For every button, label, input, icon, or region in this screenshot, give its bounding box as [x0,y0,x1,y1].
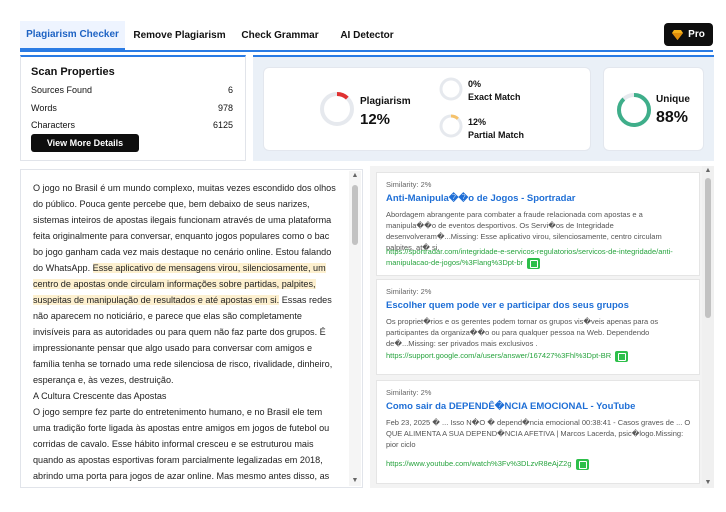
prop-words: Words 978 [31,103,233,113]
scroll-down-icon[interactable]: ▼ [349,476,361,486]
tab-plagiarism-checker[interactable]: Plagiarism Checker [20,21,125,50]
view-more-details-button[interactable]: View More Details [31,134,139,152]
plagiarism-label: Plagiarism [360,96,411,107]
text-segment: O jogo sempre fez parte do entreteniment… [33,407,330,481]
scan-properties-title: Scan Properties [31,66,115,78]
copy-icon[interactable] [527,257,541,269]
result-title-link[interactable]: Como sair da DEPENDÊ�NCIA EMOCIONAL - Yo… [386,401,635,412]
diamond-icon [672,29,684,40]
exact-match-ring [439,77,463,101]
prop-value: 6125 [212,120,233,130]
pro-label: Pro [688,29,705,40]
copy-icon[interactable] [615,350,629,362]
scroll-down-icon[interactable]: ▼ [702,478,714,488]
prop-label: Characters [31,120,76,130]
unique-value: 88% [656,109,689,126]
partial-match-value: 12% [468,117,487,127]
result-similarity: Similarity: 2% [386,180,432,189]
prop-label: Words [31,103,57,113]
result-card: Similarity: 2% Anti-Manipula��o de Jogos… [376,172,700,276]
scroll-thumb[interactable] [352,185,358,245]
result-title-link[interactable]: Anti-Manipula��o de Jogos - Sportradar [386,193,575,204]
scroll-up-icon[interactable]: ▲ [349,171,361,181]
scroll-thumb[interactable] [705,178,711,318]
document-text: O jogo no Brasil é um mundo complexo, mu… [33,180,341,487]
unique-stats-card: Unique 88% [603,67,704,151]
plagiarism-stats-card: Plagiarism 12% 0% Exact Match 12% Partia… [263,67,591,151]
prop-characters: Characters 6125 [31,120,233,130]
copy-icon[interactable] [575,458,589,470]
result-card: Similarity: 2% Escolher quem pode ver e … [376,279,700,375]
result-url-link[interactable]: https://www.youtube.com/watch%3Fv%3DLzvR… [386,458,691,470]
unique-ring [617,93,651,127]
plagiarism-value: 12% [360,111,391,128]
result-url-link[interactable]: https://sportradar.com/integridade-e-ser… [386,246,691,269]
result-description: Feb 23, 2025 � ... Isso N�O � depend�nci… [386,418,691,449]
pro-button[interactable]: Pro [664,23,713,46]
stats-panel: Plagiarism 12% 0% Exact Match 12% Partia… [253,55,714,161]
result-url-link[interactable]: https://support.google.com/a/users/answe… [386,350,691,362]
document-text-panel[interactable]: O jogo no Brasil é um mundo complexo, mu… [20,169,363,488]
result-url-text[interactable]: https://www.youtube.com/watch%3Fv%3DLzvR… [386,459,572,468]
tab-bar: Plagiarism Checker Remove Plagiarism Che… [20,21,713,52]
result-card: Similarity: 2% Como sair da DEPENDÊ�NCIA… [376,380,700,484]
plagiarism-ring [320,92,354,126]
results-scrollbar[interactable]: ▲ ▼ [702,166,714,488]
prop-label: Sources Found [31,85,93,95]
text-scrollbar[interactable]: ▲ ▼ [349,171,361,486]
result-url-text[interactable]: https://support.google.com/a/users/answe… [386,351,611,360]
tab-divider [20,50,713,52]
partial-match-ring [439,114,463,138]
tab-ai-detector[interactable]: AI Detector [332,21,402,50]
scan-properties-card: Scan Properties Sources Found 6 Words 97… [20,55,246,161]
prop-value: 978 [217,103,233,113]
result-similarity: Similarity: 2% [386,388,432,397]
result-similarity: Similarity: 2% [386,287,432,296]
result-description: Os propriet�rios e os gerentes podem tor… [386,317,659,348]
exact-match-label: Exact Match [468,92,521,102]
partial-match-label: Partial Match [468,130,525,140]
prop-sources-found: Sources Found 6 [31,85,233,95]
scroll-up-icon[interactable]: ▲ [702,166,714,176]
section-heading: A Cultura Crescente das Apostas [33,391,167,401]
tab-check-grammar[interactable]: Check Grammar [238,21,322,50]
prop-value: 6 [227,85,233,95]
text-segment: O jogo no Brasil é um mundo complexo, mu… [33,183,336,273]
text-segment: Essas redes não aparecem no noticiário, … [33,295,333,385]
results-panel: Similarity: 2% Anti-Manipula��o de Jogos… [370,166,714,488]
exact-match-value: 0% [468,79,482,89]
unique-label: Unique [656,94,690,105]
result-title-link[interactable]: Escolher quem pode ver e participar dos … [386,300,629,311]
tab-remove-plagiarism[interactable]: Remove Plagiarism [132,21,227,50]
